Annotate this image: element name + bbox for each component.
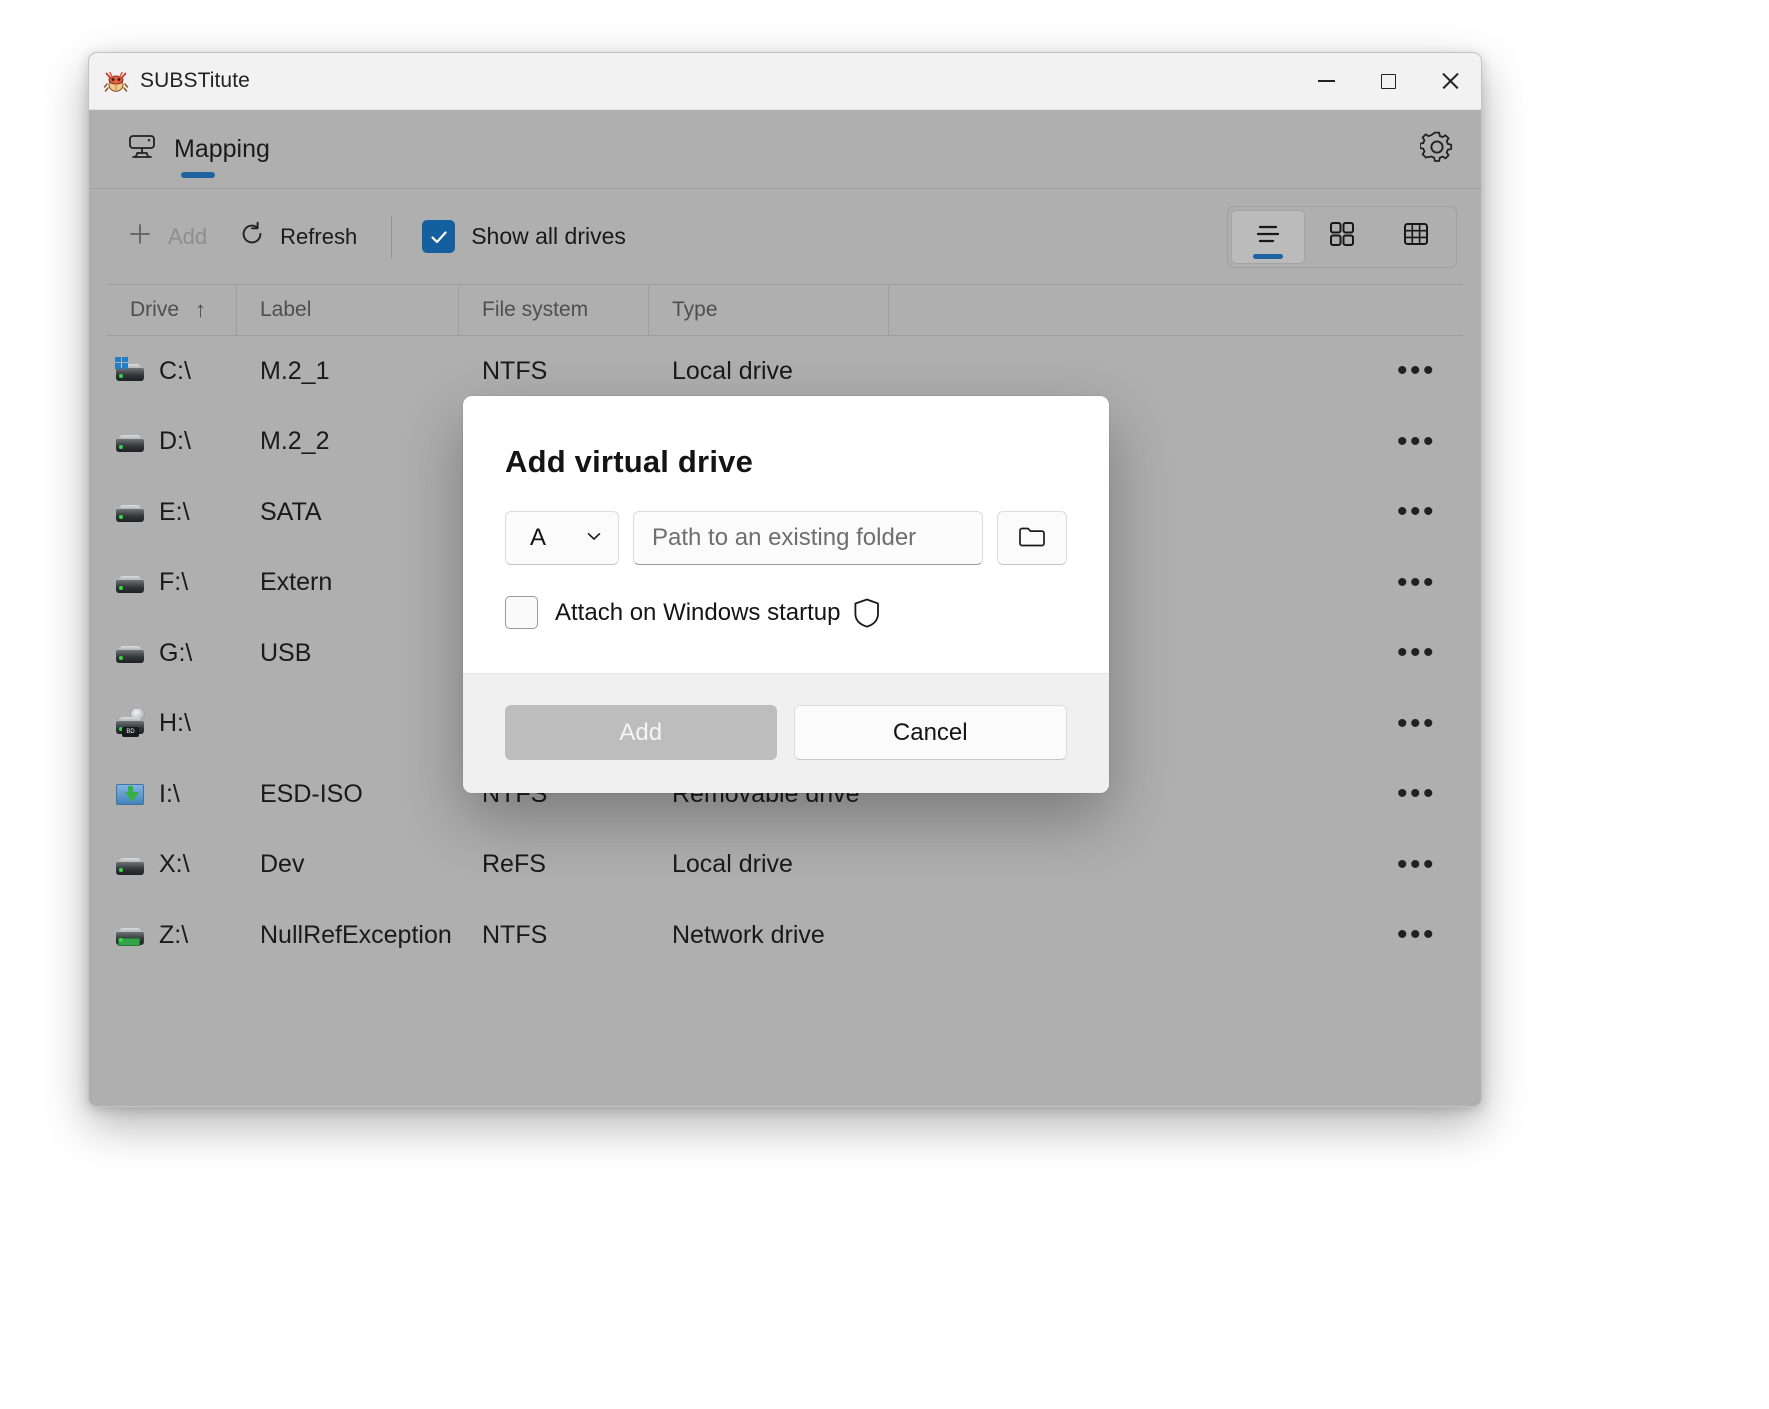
drive-letter-select[interactable]: A (505, 511, 619, 565)
dialog-title: Add virtual drive (505, 444, 754, 479)
chevron-down-icon (585, 527, 603, 550)
dialog-path-row: A (505, 511, 1067, 565)
attach-on-startup-label: Attach on Windows startup (555, 598, 841, 626)
attach-on-startup-checkbox[interactable] (505, 596, 538, 629)
attach-on-startup-row[interactable]: Attach on Windows startup (505, 596, 1067, 629)
drive-letter-value: A (530, 524, 547, 551)
dialog-footer: Add Cancel (463, 673, 1109, 793)
shield-icon (853, 597, 881, 629)
dialog-add-button[interactable]: Add (505, 705, 777, 760)
dialog-add-button-label: Add (619, 718, 663, 746)
dialog-cancel-button[interactable]: Cancel (793, 705, 1067, 760)
folder-icon (1017, 523, 1047, 554)
path-input[interactable] (633, 511, 983, 565)
browse-folder-button[interactable] (997, 511, 1067, 565)
app-window: SUBSTitute Mapping Add Refresh Show all … (88, 52, 1482, 1107)
dialog-cancel-button-label: Cancel (892, 718, 968, 746)
add-virtual-drive-dialog: Add virtual drive A Path to an existing … (463, 396, 1109, 793)
dialog-body: A At (463, 480, 1109, 673)
